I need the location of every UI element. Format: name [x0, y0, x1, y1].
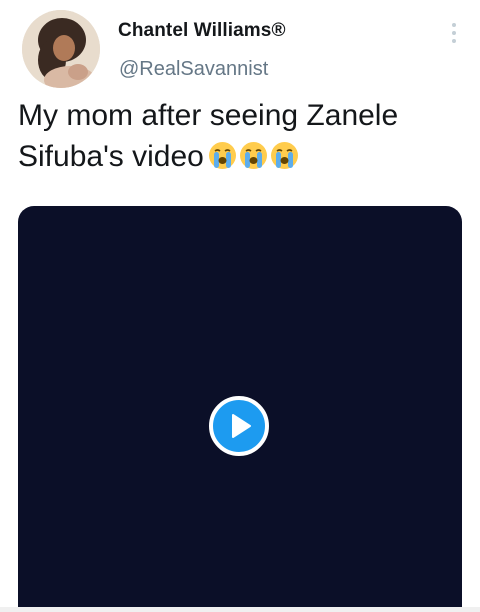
loudly-crying-face-icon [208, 140, 237, 169]
author-display-name[interactable]: Chantel Williams® [118, 20, 286, 42]
tweet-card: Chantel Williams® @RealSavannist My mom … [0, 0, 480, 612]
tweet-header: Chantel Williams® @RealSavannist [18, 8, 468, 88]
avatar[interactable] [22, 10, 100, 88]
play-icon [232, 414, 251, 438]
loudly-crying-face-icon [270, 140, 299, 169]
author-handle[interactable]: @RealSavannist [119, 58, 268, 81]
avatar-photo [22, 10, 100, 88]
tweet-text: My mom after seeing Zanele Sifuba's vide… [18, 95, 468, 177]
play-button[interactable] [209, 396, 269, 456]
video-player[interactable] [18, 206, 462, 612]
divider [0, 607, 480, 612]
loudly-crying-face-icon [239, 140, 268, 169]
more-vertical-icon[interactable] [450, 22, 458, 44]
